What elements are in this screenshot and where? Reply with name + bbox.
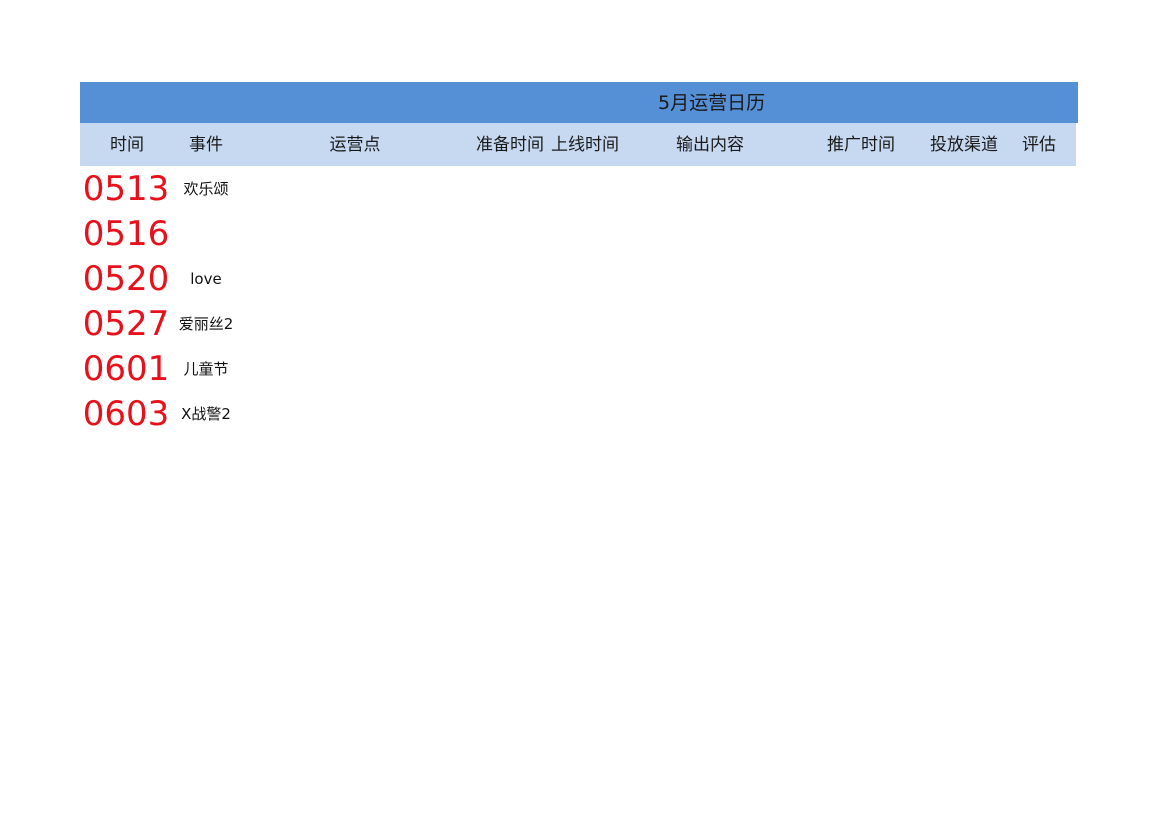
date-cell[interactable]: 0527 [80,302,172,347]
title-bar: 5月运营日历 [80,82,1078,123]
event-cell[interactable]: 儿童节 [172,347,240,392]
header-event[interactable]: 事件 [174,123,238,168]
table-row[interactable]: 0601 儿童节 [80,347,1078,392]
header-row: 时间 事件 运营点 准备时间 上线时间 输出内容 推广时间 投放渠道 评估 [80,123,1076,166]
event-cell[interactable]: 欢乐颂 [172,167,240,212]
event-cell[interactable]: 爱丽丝2 [172,302,240,347]
header-evaluation[interactable]: 评估 [1017,123,1061,168]
header-operation-point[interactable]: 运营点 [300,123,410,168]
sheet-title: 5月运营日历 [658,92,766,114]
date-cell[interactable]: 0520 [80,257,172,302]
header-time[interactable]: 时间 [80,123,174,168]
header-output-content[interactable]: 输出内容 [660,123,760,168]
event-cell[interactable]: love [172,257,240,302]
table-row[interactable]: 0516 [80,212,1078,257]
table-row[interactable]: 0527 爱丽丝2 [80,302,1078,347]
header-channel[interactable]: 投放渠道 [927,123,1001,168]
spreadsheet: 5月运营日历 时间 事件 运营点 准备时间 上线时间 输出内容 推广时间 投放渠… [80,82,1078,437]
date-cell[interactable]: 0516 [80,212,172,257]
date-cell[interactable]: 0603 [80,392,172,437]
table-row[interactable]: 0520 love [80,257,1078,302]
date-cell[interactable]: 0513 [80,167,172,212]
data-rows: 0513 欢乐颂 0516 0520 love 0527 爱丽丝2 0601 儿… [80,167,1078,437]
header-launch-time[interactable]: 上线时间 [548,123,622,168]
table-row[interactable]: 0603 X战警2 [80,392,1078,437]
date-cell[interactable]: 0601 [80,347,172,392]
header-prep-time[interactable]: 准备时间 [473,123,547,168]
event-cell[interactable]: X战警2 [172,392,240,437]
header-promo-time[interactable]: 推广时间 [824,123,898,168]
table-row[interactable]: 0513 欢乐颂 [80,167,1078,212]
